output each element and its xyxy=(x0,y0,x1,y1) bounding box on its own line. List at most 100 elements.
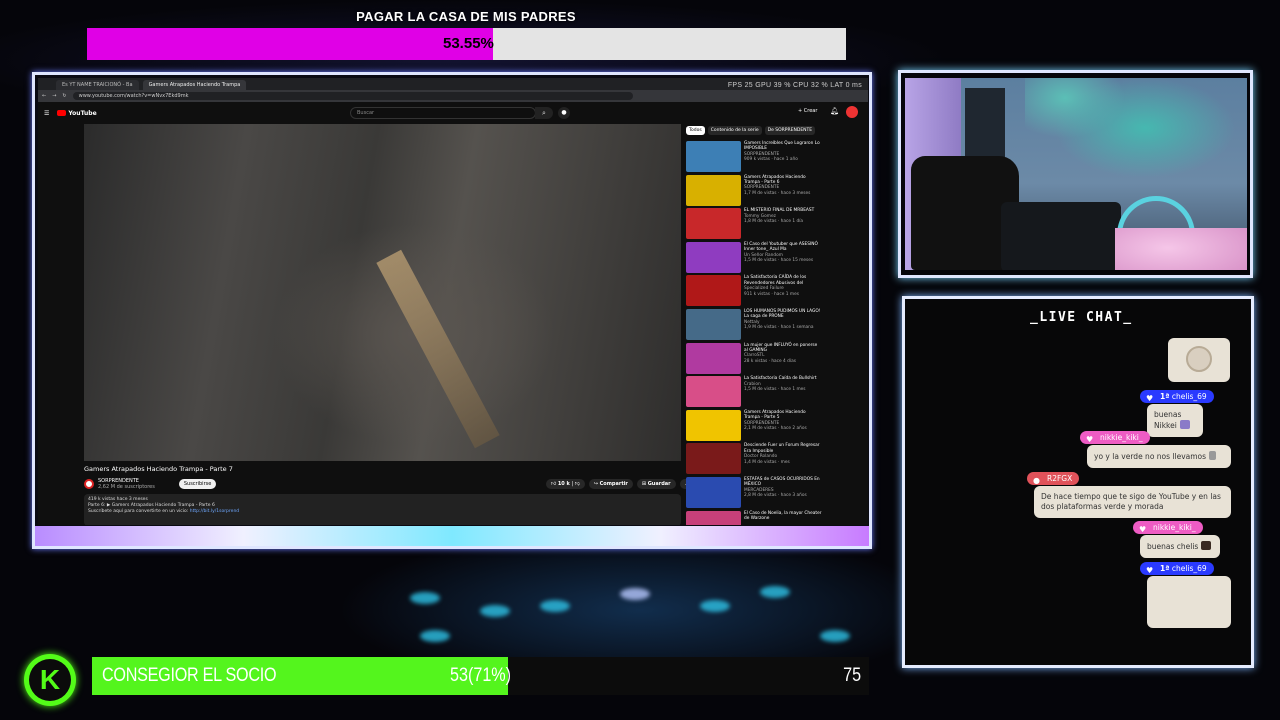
chat-username: nikkie_kiki_ xyxy=(1100,433,1143,442)
recommendation-title[interactable]: El Caso de Noelia, la mayor Cheater de W… xyxy=(744,511,822,522)
chat-message: buenas chelis xyxy=(1140,535,1220,558)
microphone-icon[interactable]: ● xyxy=(558,107,570,119)
recommendation-item[interactable]: El Caso de Noelia, la mayor Cheater de W… xyxy=(686,510,822,525)
recommendation-title[interactable]: La Satisfactoria Caída de Bullshirt xyxy=(744,376,817,381)
avatar[interactable] xyxy=(846,106,858,118)
recommendation-title[interactable]: Gamers Atrapados Haciendo Trampa - Parte… xyxy=(744,410,822,421)
chat-username: R2FGX xyxy=(1047,474,1073,483)
recommendation-thumbnail[interactable] xyxy=(686,208,741,240)
recommendation-title[interactable]: La mujer que INFLUYÓ en ponerse al GAMIN… xyxy=(744,343,822,354)
recommendation-title[interactable]: EL MISTERIO FINAL DE MRBEAST xyxy=(744,208,814,213)
menu-icon[interactable]: ☰ xyxy=(44,110,49,117)
goal-progress-fill xyxy=(87,28,494,60)
channel-row: SORPRENDENTE 2,62 M de suscriptores Suscr… xyxy=(84,478,217,490)
recommendation-stats: 1,8 M de vistas · hace 1 día xyxy=(744,219,804,224)
chat-message: buenas Nikkei xyxy=(1147,404,1203,437)
like-button[interactable]: 👍︎ 10 k | 👎︎ xyxy=(546,479,585,489)
chat-message: De hace tiempo que te sigo de YouTube y … xyxy=(1034,486,1231,518)
video-player[interactable] xyxy=(84,124,681,461)
sub-badge: 1ª xyxy=(1160,392,1170,401)
recommendation-item[interactable]: La Satisfactoria Caída de Bullshirt Crabi… xyxy=(686,376,822,408)
webcam-mural xyxy=(1025,78,1245,198)
chat-user-badge[interactable]: ♥ nikkie_kiki_ xyxy=(1133,521,1203,534)
create-button[interactable]: + Crear xyxy=(798,108,817,114)
recommendation-thumbnail[interactable] xyxy=(686,275,741,307)
recommendation-item[interactable]: La mujer que INFLUYÓ en ponerse al GAMIN… xyxy=(686,342,822,374)
desc-subscribe-text: Suscríbete aquí para convertirte en un v… xyxy=(88,509,190,514)
recommendation-meta: EL MISTERIO FINAL DE MRBEAST Tommy Gomez 1… xyxy=(744,208,814,239)
recommendation-meta: La mujer que INFLUYÓ en ponerse al GAMIN… xyxy=(744,343,822,374)
recommendation-item[interactable]: El Caso del Youtuber que ASESINÓ Inner t… xyxy=(686,241,822,273)
chat-user-badge[interactable]: ♥ nikkie_kiki_ xyxy=(1080,431,1150,444)
share-button[interactable]: ↪ Compartir xyxy=(588,479,633,489)
chip-channel[interactable]: De SORPRENDENTE xyxy=(764,126,816,135)
youtube-logo[interactable]: YouTube xyxy=(57,109,97,117)
chat-user-badge[interactable]: ♥ 1ª chelis_69 xyxy=(1140,390,1214,403)
recommendation-thumbnail[interactable] xyxy=(686,342,741,374)
recommendation-stats: 1,4 M de vistas · mes xyxy=(744,459,790,465)
emote-icon xyxy=(1209,451,1217,460)
recommendation-meta: Gamers Increíbles Que Lograron Lo IMPOSI… xyxy=(744,141,822,172)
desc-link[interactable]: http://bit.ly/1sorprend xyxy=(190,509,239,514)
video-actions: 👍︎ 10 k | 👎︎ ↪ Compartir ⊞ Guardar … xyxy=(546,479,695,489)
youtube-play-icon xyxy=(57,110,67,116)
light-blob xyxy=(420,630,450,642)
recommendation-item[interactable]: ESTAFAS de CASOS OCURRIDOS En MÉXICO MERC… xyxy=(686,477,822,508)
search-icon[interactable]: ⌕ xyxy=(535,107,553,119)
recommendation-meta: Gamers Atrapados Haciendo Trampa - Parte… xyxy=(744,175,822,206)
recommendation-thumbnail[interactable] xyxy=(686,309,741,340)
chip-all[interactable]: Todos xyxy=(686,126,705,135)
recommendation-title[interactable]: La Satisfactoria CAÍDA de los Revendedor… xyxy=(744,275,822,286)
share-label: Compartir xyxy=(599,481,628,487)
recommendation-item[interactable]: La Satisfactoria CAÍDA de los Revendedor… xyxy=(686,275,822,307)
recommendation-item[interactable]: EL MISTERIO FINAL DE MRBEAST Tommy Gomez 1… xyxy=(686,208,822,240)
channel-avatar[interactable] xyxy=(84,479,94,489)
back-icon[interactable]: ← xyxy=(42,93,46,99)
reload-icon[interactable]: ↻ xyxy=(62,93,66,99)
browser-tab[interactable]: Es YT NAME TRAICIONÓ - Ba xyxy=(56,80,139,90)
desc-subscribe-line: Suscríbete aquí para convertirte en un v… xyxy=(88,509,677,515)
light-blob xyxy=(700,600,730,612)
recommendation-title[interactable]: Gamers Increíbles Que Lograron Lo IMPOSI… xyxy=(744,141,822,152)
recommendation-thumbnail[interactable] xyxy=(686,141,741,172)
youtube-header: ☰ YouTube Buscar ⌕ ● + Crear 🔔︎ xyxy=(38,102,868,124)
light-blob xyxy=(410,592,440,604)
chip-series[interactable]: Contenido de la serie xyxy=(707,126,762,135)
recommendation-thumbnail[interactable] xyxy=(686,477,741,508)
recommendation-item[interactable]: Desciende Fuer un Forum Regresar Era Imp… xyxy=(686,443,822,475)
recommendation-thumbnail[interactable] xyxy=(686,409,741,441)
recommendation-title[interactable]: Desciende Fuer un Forum Regresar Era Imp… xyxy=(744,443,822,454)
recommendation-title[interactable]: El Caso del Youtuber que ASESINÓ Inner t… xyxy=(744,242,822,253)
recommendation-thumbnail[interactable] xyxy=(686,376,741,408)
browser-tab-active[interactable]: Gamers Atrapados Haciendo Trampa xyxy=(142,80,247,90)
recommendation-item[interactable]: LOS HUMANOS PUDIMOS UN LAGO! La saga de … xyxy=(686,309,822,340)
youtube-search-input[interactable]: Buscar xyxy=(350,107,536,119)
goal-percent: 53.55% xyxy=(443,35,494,52)
recommendation-title[interactable]: Gamers Atrapados Haciendo Trampa - Parte… xyxy=(744,175,822,186)
recommendation-title[interactable]: ESTAFAS de CASOS OCURRIDOS En MÉXICO xyxy=(744,477,822,488)
chat-user-badge[interactable]: ● R2FGX xyxy=(1027,472,1080,485)
recommendation-thumbnail[interactable] xyxy=(686,241,741,273)
chat-user-badge[interactable]: ♥ 1ª chelis_69 xyxy=(1140,562,1214,575)
recommendation-meta: El Caso del Youtuber que ASESINÓ Inner t… xyxy=(744,242,822,273)
recommendation-stats: 1,9 M de vistas · hace 1 semana xyxy=(744,325,814,331)
recommendation-item[interactable]: Gamers Atrapados Haciendo Trampa - Parte… xyxy=(686,409,822,441)
recommendation-title[interactable]: LOS HUMANOS PUDIMOS UN LAGO! La saga de … xyxy=(744,309,822,320)
recommendation-item[interactable]: Gamers Increíbles Que Lograron Lo IMPOSI… xyxy=(686,141,822,172)
recommendation-item[interactable]: Gamers Atrapados Haciendo Trampa - Parte… xyxy=(686,174,822,206)
video-description[interactable]: 419 k vistas hace 3 meses Parte 6: ▶ Gam… xyxy=(84,494,681,525)
youtube-logo-text: YouTube xyxy=(68,109,97,117)
save-button[interactable]: ⊞ Guardar xyxy=(636,479,676,489)
recommendation-thumbnail[interactable] xyxy=(686,443,741,475)
light-blob xyxy=(820,630,850,642)
forward-icon[interactable]: → xyxy=(52,93,56,99)
bell-icon[interactable]: 🔔︎ xyxy=(830,107,839,115)
recommendation-thumbnail[interactable] xyxy=(686,510,741,525)
light-blob xyxy=(620,588,650,600)
recommendation-stats: 1,7 M de vistas · hace 3 meses xyxy=(744,190,811,196)
subscribe-button[interactable]: Suscribirse xyxy=(178,479,217,489)
url-field[interactable]: www.youtube.com/watch?v=wNvx7Ekd9mk xyxy=(72,92,633,100)
light-blob xyxy=(540,600,570,612)
recommendation-thumbnail[interactable] xyxy=(686,174,741,206)
emote-icon xyxy=(1201,541,1212,550)
